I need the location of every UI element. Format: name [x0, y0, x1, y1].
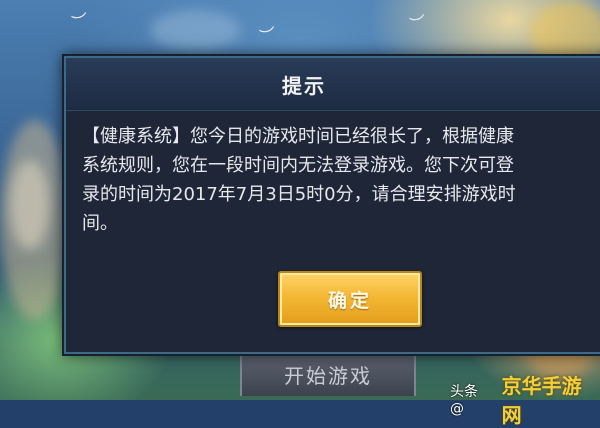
watermark-label: 头条 @	[450, 384, 478, 417]
bird-icon: ︶	[70, 10, 91, 33]
dialog-body: 【健康系统】您今日的游戏时间已经很长了，根据健康 系统规则，您在一段时间内无法登…	[82, 122, 600, 242]
message-line: 间。	[82, 213, 118, 234]
watermark: 头条 @ 京华手游网	[450, 370, 600, 428]
bird-icon: ︶	[258, 24, 279, 47]
bird-icon: ︶	[408, 12, 429, 35]
watermark-brand: 京华手游网	[501, 374, 582, 427]
message-line: 系统规则，您在一段时间内无法登录游戏。您下次可登	[82, 155, 514, 176]
dialog-header: 提示	[66, 58, 600, 111]
dialog-message: 【健康系统】您今日的游戏时间已经很长了，根据健康 系统规则，您在一段时间内无法登…	[82, 122, 600, 238]
message-line: 【健康系统】您今日的游戏时间已经很长了，根据健康	[82, 126, 514, 147]
health-system-dialog: 提示 【健康系统】您今日的游戏时间已经很长了，根据健康 系统规则，您在一段时间内…	[64, 56, 600, 354]
dialog-title: 提示	[282, 73, 326, 98]
start-game-button[interactable]: 开始游戏	[240, 350, 416, 396]
message-line: 录的时间为2017年7月3日5时0分，请合理安排游戏时	[82, 184, 516, 205]
cloud-blur	[150, 10, 240, 50]
confirm-button[interactable]: 确定	[278, 271, 422, 327]
confirm-label: 确定	[327, 289, 372, 312]
start-game-label: 开始游戏	[284, 363, 372, 388]
character-blur-left-small	[10, 160, 50, 250]
